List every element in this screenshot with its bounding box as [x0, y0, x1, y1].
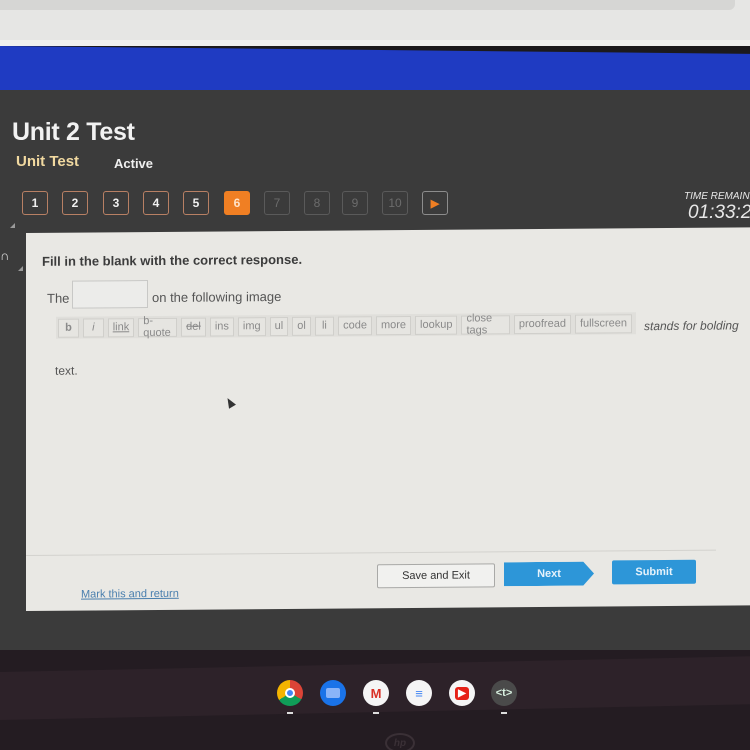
browser-toolbar [0, 0, 750, 46]
gmail-app-icon[interactable]: M [363, 680, 389, 706]
hp-logo-icon: hp [385, 733, 415, 750]
question-button-4[interactable]: 4 [143, 191, 169, 215]
test-title: Unit 2 Test [12, 118, 135, 146]
ins-tag-button: ins [209, 316, 234, 337]
link-tag-button: link [107, 317, 135, 337]
proofread-button: proofread [513, 314, 571, 334]
italic-tag-button: i [82, 317, 104, 338]
img-tag-button: img [237, 316, 266, 336]
li-tag-button: li [314, 316, 335, 336]
question-button-10: 10 [382, 191, 408, 215]
ol-tag-button: ol [292, 316, 311, 336]
browser-divider [0, 40, 750, 46]
ul-tag-button: ul [269, 316, 289, 336]
question-text-trailing-2: text. [55, 363, 78, 378]
browser-tabstrip [0, 0, 735, 10]
del-tag-button: del [181, 317, 206, 337]
question-prompt: Fill in the blank with the correct respo… [42, 251, 303, 269]
question-button-1[interactable]: 1 [22, 191, 48, 215]
screen: Unit 2 Test Unit Test Active 1 2 3 4 5 6… [0, 0, 750, 750]
question-text-trailing: stands for bolding [644, 318, 739, 334]
time-remaining-value: 01:33:22 [688, 202, 750, 223]
resize-corner-icon [10, 223, 15, 228]
bold-tag-button: b [58, 318, 79, 338]
question-button-9: 9 [342, 191, 368, 215]
files-app-icon[interactable] [320, 680, 346, 706]
submit-button[interactable]: Submit [612, 559, 696, 585]
question-button-6[interactable]: 6 [224, 191, 250, 215]
close-tags-button: close tags [461, 312, 510, 337]
question-text-before: The [47, 290, 70, 306]
question-panel: Fill in the blank with the correct respo… [26, 227, 750, 611]
fullscreen-button: fullscreen [574, 313, 633, 334]
text-editor-app-icon[interactable]: <t> [491, 680, 517, 706]
more-tag-button: more [375, 315, 412, 335]
blank-answer-input[interactable] [72, 280, 148, 309]
lookup-button: lookup [415, 315, 458, 335]
save-and-exit-button[interactable]: Save and Exit [377, 563, 495, 589]
play-icon: ▶ [455, 686, 469, 700]
quicktags-toolbar: b i link b-quote del ins img ul ol li co… [56, 312, 636, 339]
youtube-app-icon[interactable]: ▶ [449, 680, 475, 706]
test-status: Active [114, 156, 154, 171]
mouse-pointer-icon [224, 396, 236, 409]
app-running-indicator [373, 712, 379, 714]
question-button-2[interactable]: 2 [62, 191, 88, 215]
chrome-app-icon[interactable] [277, 680, 303, 706]
mark-and-return-link[interactable]: Mark this and return [81, 588, 179, 601]
docs-app-icon[interactable]: ≡ [406, 680, 432, 706]
bquote-tag-button: b-quote [138, 315, 178, 339]
next-question-button[interactable]: ▶ [422, 191, 448, 215]
code-tag-button: code [338, 315, 372, 336]
headphones-icon[interactable]: ∩ [0, 248, 14, 263]
play-arrow-icon: ▶ [430, 197, 440, 210]
app-running-indicator [287, 712, 293, 714]
app-running-indicator [501, 712, 507, 714]
footer-divider [26, 549, 716, 556]
question-button-5[interactable]: 5 [183, 191, 209, 215]
test-subtitle: Unit Test [16, 153, 80, 170]
question-text-after: on the following image [152, 288, 282, 306]
question-button-8: 8 [304, 191, 330, 215]
resize-corner-icon [18, 266, 23, 271]
next-button[interactable]: Next [504, 562, 594, 587]
time-remaining-label: TIME REMAINING [684, 191, 750, 202]
question-button-3[interactable]: 3 [103, 191, 129, 215]
question-button-7: 7 [264, 191, 290, 215]
